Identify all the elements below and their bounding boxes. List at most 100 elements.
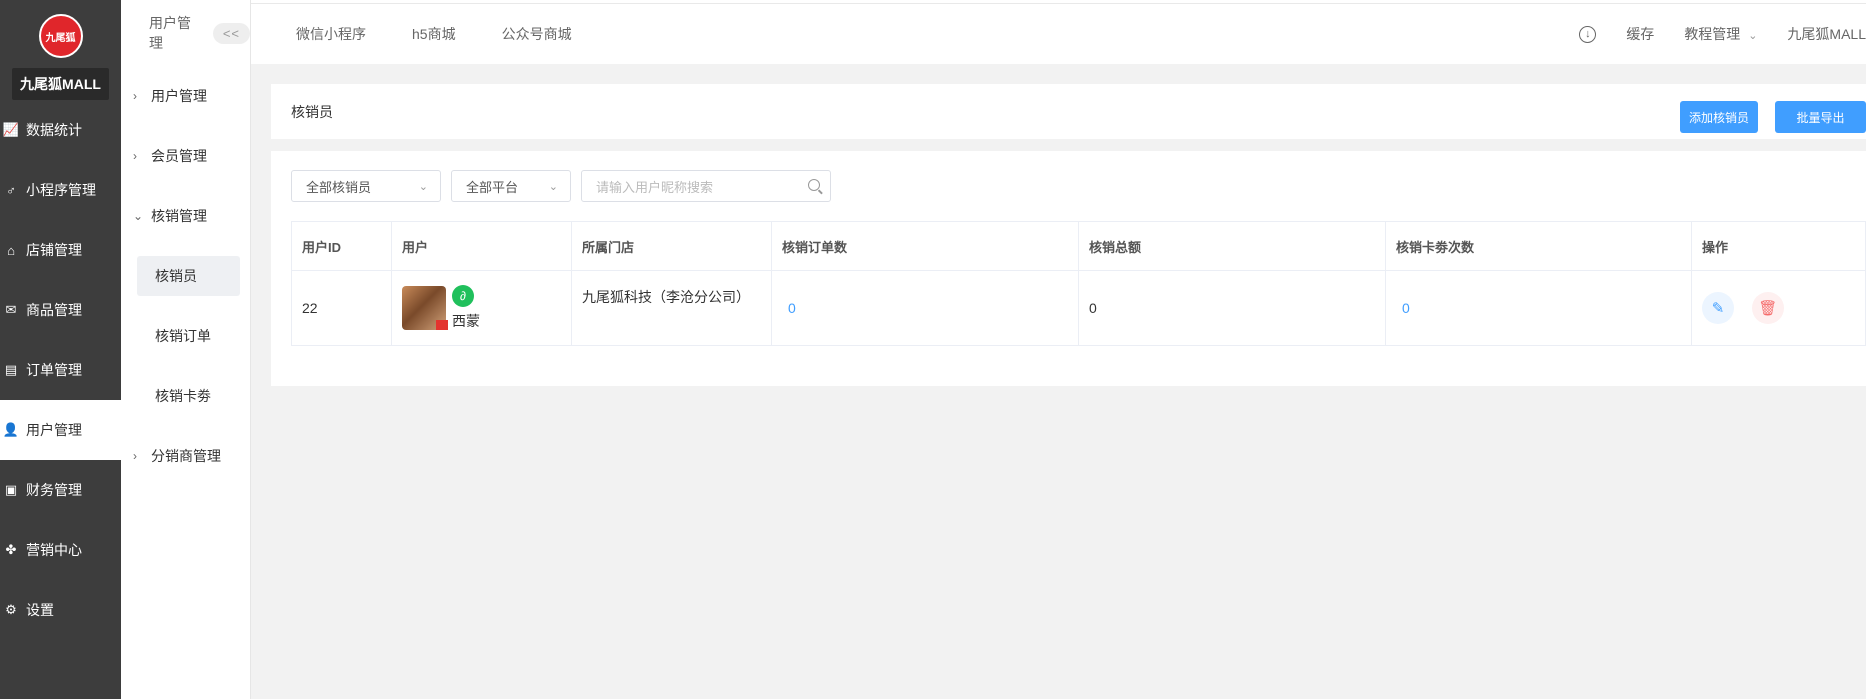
mini-program-icon: ∂ [452, 285, 474, 307]
cell-user: ∂ 西蒙 [391, 270, 572, 346]
chevron-down-icon: ⌄ [1748, 30, 1758, 42]
add-verifier-button[interactable]: 添加核销员 [1680, 101, 1758, 133]
cell-user-id: 22 [291, 270, 392, 346]
sub-group-label: 用户管理 [151, 88, 207, 104]
nav-item-settings[interactable]: ⚙ 设置 [0, 580, 121, 640]
account-menu[interactable]: 九尾狐MALL [1787, 24, 1866, 44]
cell-store: 九尾狐科技（李沧分公司） [571, 270, 772, 346]
chevron-down-icon: ⌄ [133, 209, 144, 223]
col-order-count: 核销订单数 [771, 221, 1079, 271]
chevron-down-icon: ⌄ [418, 180, 428, 193]
sub-group-member-management[interactable]: › 会员管理 [121, 126, 250, 186]
top-bar: 微信小程序 h5商城 公众号商城 ↓ 缓存 教程管理 ⌄ 九尾狐MALL [251, 4, 1866, 64]
store-icon: ⌂ [7, 242, 15, 258]
table-row: 22 ∂ 西蒙 九尾狐科技（李沧分公司） 0 0 0 ✎ 🗑 [291, 270, 1866, 346]
sub-item-verifier[interactable]: 核销员 [137, 256, 240, 296]
sub-item-verify-cards[interactable]: 核销卡劵 [121, 366, 250, 426]
platform-select-value: 全部平台 [466, 179, 519, 195]
order-count-link[interactable]: 0 [782, 300, 796, 316]
search-input[interactable]: 请输入用户昵称搜索 [581, 170, 831, 202]
user-nickname: 西蒙 [452, 313, 480, 329]
sub-sidebar: 用户管理 << › 用户管理 › 会员管理 ⌄ 核销管理 核销员 核销订单 核销… [121, 0, 251, 699]
cell-order-count: 0 [771, 270, 1079, 346]
nav-item-finance[interactable]: ▣ 财务管理 [0, 460, 121, 520]
sub-item-label: 核销订单 [155, 328, 211, 344]
top-right-actions: ↓ 缓存 教程管理 ⌄ 九尾狐MALL [1579, 4, 1866, 64]
chevron-right-icon: › [133, 149, 137, 163]
card-count-link[interactable]: 0 [1396, 300, 1410, 316]
chevron-down-icon: ⌄ [548, 180, 558, 193]
filter-bar: 全部核销员 ⌄ 全部平台 ⌄ 请输入用户昵称搜索 [291, 170, 831, 202]
col-actions: 操作 [1691, 221, 1866, 271]
search-placeholder: 请输入用户昵称搜索 [596, 179, 714, 195]
chevron-right-icon: › [133, 449, 137, 463]
verifier-select[interactable]: 全部核销员 ⌄ [291, 170, 441, 202]
nav-item-label: 店铺管理 [26, 242, 82, 258]
platform-select[interactable]: 全部平台 ⌄ [451, 170, 571, 202]
tutorial-menu-label: 教程管理 [1684, 26, 1741, 42]
user-meta: ∂ 西蒙 [452, 285, 480, 331]
delete-button[interactable]: 🗑 [1751, 292, 1784, 324]
sub-sidebar-header: 用户管理 << [121, 0, 250, 66]
tab-wechat-mini-program[interactable]: 微信小程序 [296, 24, 366, 44]
trash-icon: 🗑 [1758, 300, 1778, 317]
verifier-select-value: 全部核销员 [306, 179, 372, 195]
nav-item-users[interactable]: 👤 用户管理 [0, 400, 121, 460]
col-total: 核销总额 [1078, 221, 1386, 271]
nav-item-orders[interactable]: ▤ 订单管理 [0, 340, 121, 400]
nav-item-label: 小程序管理 [26, 182, 96, 198]
col-user-id: 用户ID [291, 221, 392, 271]
sub-item-verify-orders[interactable]: 核销订单 [121, 306, 250, 366]
cell-actions: ✎ 🗑 [1691, 270, 1866, 346]
nav-item-data-stats[interactable]: 📈 数据统计 [0, 100, 121, 160]
cell-card-count: 0 [1385, 270, 1692, 346]
edit-button[interactable]: ✎ [1702, 292, 1734, 324]
flag-icon [436, 320, 448, 330]
chevron-right-icon: › [133, 89, 137, 103]
goods-icon: ✉ [5, 302, 17, 317]
page-title: 核销员 [291, 103, 333, 120]
cell-total: 0 [1078, 270, 1386, 346]
col-card-count: 核销卡劵次数 [1385, 221, 1692, 271]
nav-item-label: 财务管理 [26, 482, 82, 498]
chart-line-icon: 📈 [2, 122, 20, 137]
nav-item-label: 设置 [26, 602, 54, 618]
batch-export-button[interactable]: 批量导出 [1775, 101, 1866, 133]
marketing-icon: ✤ [5, 542, 17, 557]
sub-group-distributor-management[interactable]: › 分销商管理 [121, 426, 250, 486]
nav-item-goods[interactable]: ✉ 商品管理 [0, 280, 121, 340]
nav-item-marketing[interactable]: ✤ 营销中心 [0, 520, 121, 580]
table-header-row: 用户ID 用户 所属门店 核销订单数 核销总额 核销卡劵次数 操作 [291, 221, 1866, 271]
user-info: ∂ 西蒙 [402, 285, 571, 331]
nav-item-label: 营销中心 [26, 542, 82, 558]
main-sidebar: 九尾狐 九尾狐MALL 📈 数据统计 ♂ 小程序管理 ⌂ 店铺管理 ✉ 商品管理… [0, 0, 121, 699]
nav-item-label: 商品管理 [26, 302, 82, 318]
sub-group-label: 核销管理 [151, 208, 207, 224]
tab-official-account-mall[interactable]: 公众号商城 [502, 24, 572, 44]
search-icon[interactable] [808, 179, 820, 191]
tab-h5-mall[interactable]: h5商城 [412, 24, 456, 44]
download-icon[interactable]: ↓ [1579, 25, 1597, 43]
nav-item-mini-program[interactable]: ♂ 小程序管理 [0, 160, 121, 220]
brand-name: 九尾狐MALL [12, 68, 109, 100]
nav-item-label: 用户管理 [26, 422, 82, 438]
sub-group-user-management[interactable]: › 用户管理 [121, 66, 250, 126]
sub-group-label: 分销商管理 [151, 448, 221, 464]
col-user: 用户 [391, 221, 572, 271]
pencil-icon: ✎ [1711, 300, 1725, 317]
cache-button[interactable]: 缓存 [1626, 24, 1654, 44]
sub-item-label: 核销员 [155, 268, 197, 284]
nav-item-store[interactable]: ⌂ 店铺管理 [0, 220, 121, 280]
nav-item-label: 数据统计 [26, 122, 82, 138]
finance-icon: ▣ [4, 482, 18, 497]
tutorial-menu[interactable]: 教程管理 ⌄ [1684, 24, 1757, 44]
sub-sidebar-title: 用户管理 [149, 15, 191, 51]
gear-icon: ⚙ [5, 602, 17, 617]
sub-group-verification-management[interactable]: ⌄ 核销管理 [121, 186, 250, 246]
nav-item-label: 订单管理 [26, 362, 82, 378]
user-icon: 👤 [2, 422, 20, 437]
main-card: 全部核销员 ⌄ 全部平台 ⌄ 请输入用户昵称搜索 用户ID 用户 所属门店 核销… [271, 151, 1866, 386]
brand-logo[interactable]: 九尾狐 [38, 14, 83, 58]
collapse-button[interactable]: << [212, 22, 250, 44]
avatar [402, 286, 448, 330]
